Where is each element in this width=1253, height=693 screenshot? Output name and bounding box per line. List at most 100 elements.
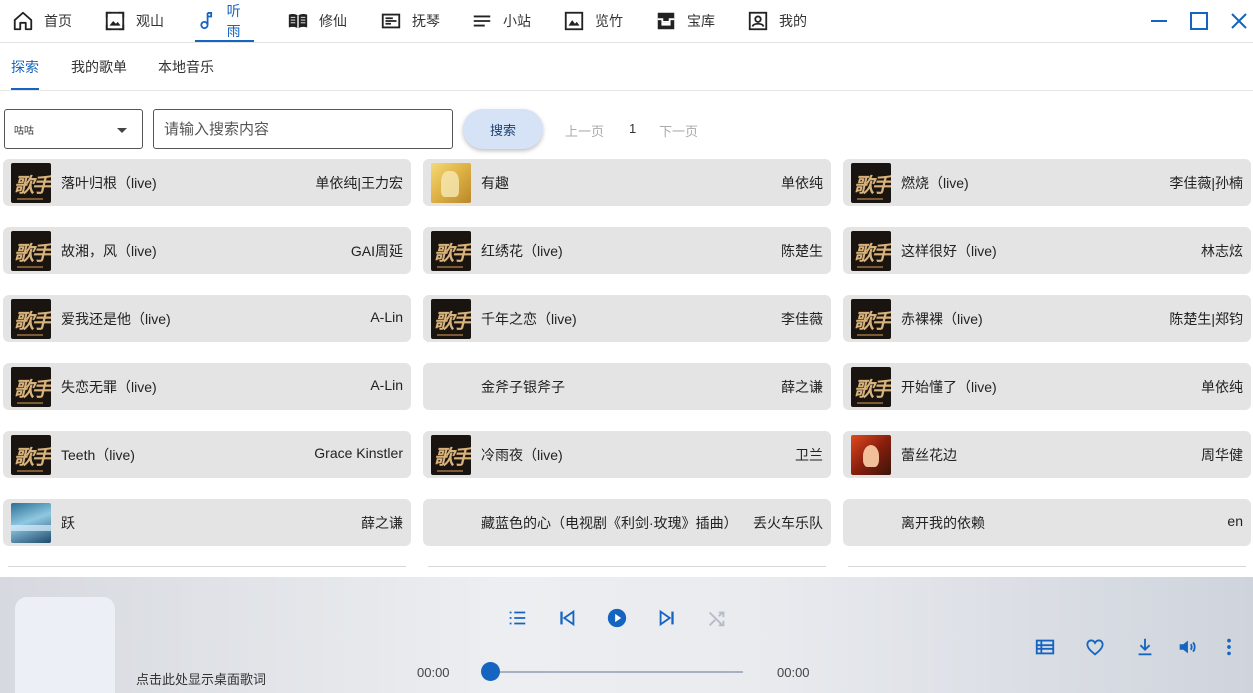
- skip-next-icon: [659, 609, 674, 627]
- song-artist: 周华健: [1201, 447, 1243, 463]
- song-title: 红绣花（live): [481, 243, 563, 259]
- nav-item-guanshan[interactable]: 观山: [104, 0, 164, 42]
- queue-button[interactable]: [1034, 636, 1056, 658]
- nav-item-wode[interactable]: 我的: [747, 0, 807, 42]
- song-card[interactable]: 歌手 Teeth（live) Grace Kinstler: [3, 431, 411, 478]
- song-artist: 李佳薇: [781, 311, 823, 327]
- song-card[interactable]: 蕾丝花边 周华健: [843, 431, 1251, 478]
- song-card[interactable]: 歌手 燃烧（live) 李佳薇|孙楠: [843, 159, 1251, 206]
- album-cover: 歌手: [11, 435, 51, 475]
- maximize-button[interactable]: [1186, 8, 1212, 34]
- album-cover: 歌手: [431, 435, 471, 475]
- desktop-lyrics-toggle[interactable]: 点击此处显示桌面歌词: [136, 669, 266, 688]
- song-title: 冷雨夜（live): [481, 447, 563, 463]
- divider: [428, 566, 826, 567]
- previous-button[interactable]: [556, 607, 578, 629]
- play-button[interactable]: [606, 607, 628, 629]
- song-artist: 陈楚生: [781, 243, 823, 259]
- nav-item-baoku[interactable]: 宝库: [655, 0, 715, 42]
- nav-label: 我的: [779, 13, 807, 29]
- song-artist: 林志炫: [1201, 243, 1243, 259]
- album-cover: 歌手: [11, 367, 51, 407]
- next-page-button[interactable]: 下一页: [659, 121, 698, 140]
- nav-label: 修仙: [319, 13, 347, 29]
- image-frame-icon: [105, 11, 125, 31]
- song-card[interactable]: 歌手 千年之恋（live) 李佳薇: [423, 295, 831, 342]
- song-card[interactable]: 歌手 失恋无罪（live) A-Lin: [3, 363, 411, 410]
- more-options-button[interactable]: [1218, 636, 1240, 658]
- download-button[interactable]: [1134, 636, 1156, 658]
- song-card[interactable]: 有趣 单依纯: [423, 159, 831, 206]
- song-title: 这样很好（live): [901, 243, 997, 259]
- song-artist: 单依纯: [781, 175, 823, 191]
- tab-explore[interactable]: 探索: [11, 43, 39, 90]
- song-card[interactable]: 离开我的依赖 en: [843, 499, 1251, 546]
- nav-label: 小站: [503, 13, 531, 29]
- maximize-icon: [1190, 12, 1208, 30]
- nav-item-lanzhu[interactable]: 览竹: [563, 0, 623, 42]
- song-card[interactable]: 歌手 落叶归根（live) 单依纯|王力宏: [3, 159, 411, 206]
- nav-item-xiaozhan[interactable]: 小站: [471, 0, 531, 42]
- heart-icon: [1086, 639, 1104, 656]
- nav-label: 览竹: [595, 13, 623, 29]
- volume-button[interactable]: [1176, 636, 1198, 658]
- nav-label: 首页: [44, 13, 72, 29]
- volume-icon: [1179, 640, 1196, 654]
- song-card[interactable]: 歌手 故湘，风（live) GAI周延: [3, 227, 411, 274]
- prev-page-button[interactable]: 上一页: [565, 121, 604, 140]
- current-time: 00:00: [417, 665, 450, 680]
- close-button[interactable]: [1226, 8, 1252, 34]
- minimize-button[interactable]: [1146, 8, 1172, 34]
- progress-track[interactable]: [490, 671, 743, 673]
- nav-item-xiuxian[interactable]: 修仙: [287, 0, 347, 42]
- playlist-button[interactable]: [506, 607, 528, 629]
- song-title: 千年之恋（live): [481, 311, 577, 327]
- tab-local-music[interactable]: 本地音乐: [158, 43, 214, 90]
- song-artist: A-Lin: [370, 377, 403, 393]
- album-art[interactable]: [15, 597, 115, 693]
- nav-label: 听雨: [226, 3, 241, 39]
- progress-knob[interactable]: [481, 662, 500, 681]
- tab-my-playlists[interactable]: 我的歌单: [71, 43, 127, 90]
- nav-item-fuqin[interactable]: 抚琴: [380, 0, 440, 42]
- lines-icon: [473, 15, 491, 27]
- search-button[interactable]: 搜索: [463, 109, 543, 149]
- album-cover: 歌手: [851, 231, 891, 271]
- chevron-down-icon: [117, 128, 127, 133]
- song-card[interactable]: 歌手 冷雨夜（live) 卫兰: [423, 431, 831, 478]
- next-button[interactable]: [656, 607, 678, 629]
- song-card[interactable]: 金斧子银斧子 薛之谦: [423, 363, 831, 410]
- song-card[interactable]: 歌手 红绣花（live) 陈楚生: [423, 227, 831, 274]
- song-artist: 单依纯|王力宏: [315, 175, 403, 191]
- song-card[interactable]: 歌手 爱我还是他（live) A-Lin: [3, 295, 411, 342]
- album-cover: 歌手: [11, 231, 51, 271]
- divider: [8, 566, 406, 567]
- nav-label: 宝库: [687, 13, 715, 29]
- song-artist: 单依纯: [1201, 379, 1243, 395]
- song-title: 开始懂了（live): [901, 379, 997, 395]
- total-time: 00:00: [777, 665, 810, 680]
- song-card[interactable]: 跃 薛之谦: [3, 499, 411, 546]
- more-vertical-icon: [1227, 638, 1231, 656]
- song-title: 燃烧（live): [901, 175, 969, 191]
- search-input[interactable]: [153, 109, 453, 149]
- song-card[interactable]: 藏蓝色的心（电视剧《利剑·玫瑰》插曲） 丢火车乐队: [423, 499, 831, 546]
- source-select[interactable]: 咕咕: [4, 109, 143, 149]
- nav-item-home[interactable]: 首页: [12, 0, 72, 42]
- album-cover: 歌手: [851, 367, 891, 407]
- picture-icon: [564, 11, 584, 31]
- nav-item-tingyu[interactable]: 听雨: [195, 0, 254, 42]
- table-list-icon: [1035, 639, 1055, 655]
- song-card[interactable]: 歌手 赤裸裸（live) 陈楚生|郑钧: [843, 295, 1251, 342]
- album-cover: [851, 435, 891, 475]
- list-icon: [509, 611, 526, 625]
- top-navigation: 首页 观山 听雨 修仙 抚琴 小站 览竹 宝库 我的: [0, 0, 1253, 43]
- song-card[interactable]: 歌手 这样很好（live) 林志炫: [843, 227, 1251, 274]
- favorite-button[interactable]: [1084, 636, 1106, 658]
- shuffle-icon: [709, 611, 725, 627]
- song-card[interactable]: 歌手 开始懂了（live) 单依纯: [843, 363, 1251, 410]
- player-bar: 点击此处显示桌面歌词 00:00 00:00: [0, 577, 1253, 693]
- song-title: 故湘，风（live): [61, 243, 157, 259]
- shuffle-button[interactable]: [706, 607, 728, 629]
- song-artist: 薛之谦: [361, 515, 403, 531]
